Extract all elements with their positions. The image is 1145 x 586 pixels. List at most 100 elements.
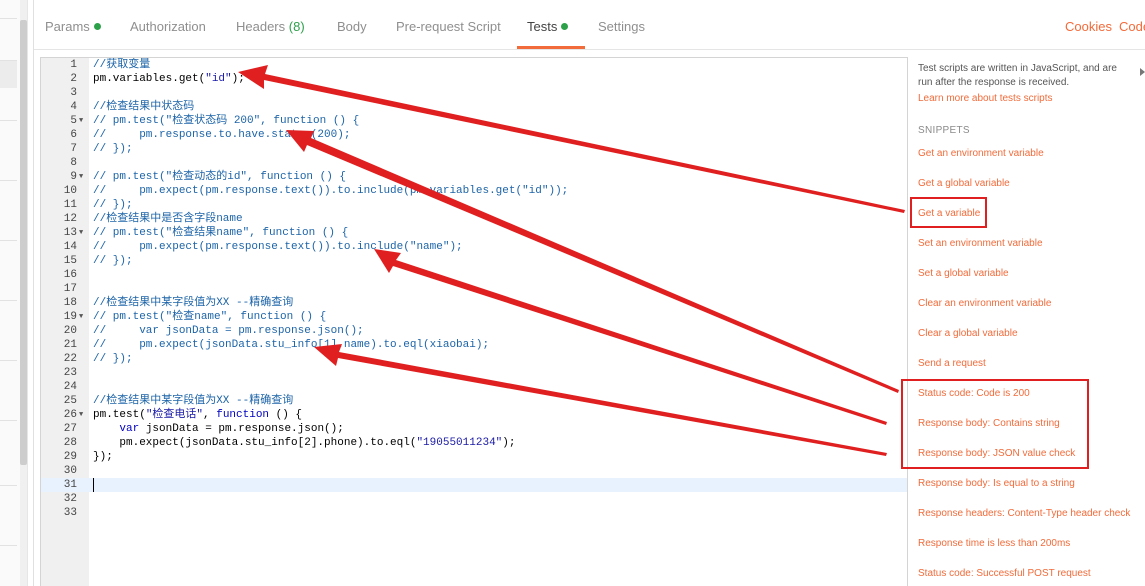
code-line[interactable]: 8 xyxy=(41,156,907,170)
code-line[interactable]: 22 // }); xyxy=(41,352,907,366)
panel-divider[interactable] xyxy=(33,0,34,586)
code-line[interactable]: 3 xyxy=(41,86,907,100)
code-line[interactable]: 13 ▼ // pm.test("检查结果name", function () { xyxy=(41,226,907,240)
code-line[interactable]: 1 //获取变量 xyxy=(41,58,907,72)
line-number: 33 xyxy=(63,507,77,519)
tab-label: Settings xyxy=(598,19,645,34)
snippet-link[interactable]: Response time is less than 200ms xyxy=(918,538,1070,549)
sidebar-row xyxy=(0,545,17,546)
snippet-link[interactable]: Clear an environment variable xyxy=(918,298,1051,309)
line-number: 31 xyxy=(63,479,77,491)
code-line[interactable]: 23 xyxy=(41,366,907,380)
tab-settings[interactable]: Settings xyxy=(598,19,645,34)
code-line[interactable]: 16 xyxy=(41,268,907,282)
code-line[interactable]: 6 // pm.response.to.have.status(200); xyxy=(41,128,907,142)
code-line[interactable]: 17 xyxy=(41,282,907,296)
snippet-link[interactable]: Send a request xyxy=(918,358,986,369)
line-number: 4 xyxy=(70,101,77,113)
learn-more-link[interactable]: Learn more about tests scripts xyxy=(918,93,1053,104)
annotation-box-get-variable xyxy=(910,197,987,228)
code-line[interactable]: 4 //检查结果中状态码 xyxy=(41,100,907,114)
line-number: 5 xyxy=(70,115,77,127)
sidebar-row xyxy=(0,420,17,421)
line-number: 30 xyxy=(63,465,77,477)
code-text: // pm.expect(pm.response.text()).to.incl… xyxy=(93,185,569,197)
line-number: 20 xyxy=(63,325,77,337)
code-line[interactable]: 24 xyxy=(41,380,907,394)
code-line[interactable]: 19 ▼ // pm.test("检查name", function () { xyxy=(41,310,907,324)
tab-headers[interactable]: Headers (8) xyxy=(236,19,305,34)
code-line[interactable]: 14 // pm.expect(pm.response.text()).to.in… xyxy=(41,240,907,254)
line-number: 19 xyxy=(63,311,77,323)
tab-body[interactable]: Body xyxy=(337,19,367,34)
code-line[interactable]: 11 // }); xyxy=(41,198,907,212)
line-number: 25 xyxy=(63,395,77,407)
code-line[interactable]: 27 var jsonData = pm.response.json(); xyxy=(41,422,907,436)
snippet-link[interactable]: Set a global variable xyxy=(918,268,1009,279)
snippet-link[interactable]: Response body: Is equal to a string xyxy=(918,478,1075,489)
code-text: //获取变量 xyxy=(93,59,151,71)
code-line[interactable]: 2 pm.variables.get("id"); xyxy=(41,72,907,86)
line-number: 1 xyxy=(70,59,77,71)
code-text: // var jsonData = pm.response.json(); xyxy=(93,325,364,337)
snippet-link[interactable]: Set an environment variable xyxy=(918,238,1043,249)
sidebar-row-selected[interactable] xyxy=(0,60,17,88)
code-line[interactable]: 25 //检查结果中某字段值为XX --精确查询 xyxy=(41,394,907,408)
code-text: pm.expect(jsonData.stu_info[2].phone).to… xyxy=(93,437,516,449)
code-link[interactable]: Code xyxy=(1119,19,1145,34)
code-line[interactable]: 31 xyxy=(41,478,907,492)
code-text: // }); xyxy=(93,199,133,211)
code-text: // }); xyxy=(93,255,133,267)
collapse-panel-icon[interactable] xyxy=(1140,68,1145,76)
code-line[interactable]: 12 //检查结果中是否含字段name xyxy=(41,212,907,226)
code-line[interactable]: 10 // pm.expect(pm.response.text()).to.in… xyxy=(41,184,907,198)
code-line[interactable]: 30 xyxy=(41,464,907,478)
fold-arrow-icon[interactable]: ▼ xyxy=(79,170,83,184)
code-line[interactable]: 18 //检查结果中某字段值为XX --精确查询 xyxy=(41,296,907,310)
tab-label: Pre-request Script xyxy=(396,19,501,34)
line-number: 16 xyxy=(63,269,77,281)
tab-params[interactable]: Params xyxy=(45,19,101,34)
snippet-link[interactable]: Response headers: Content-Type header ch… xyxy=(918,508,1130,519)
tab-tests[interactable]: Tests xyxy=(527,19,569,34)
code-line[interactable]: 29}); xyxy=(41,450,907,464)
code-line[interactable]: 7 // }); xyxy=(41,142,907,156)
code-line[interactable]: 20 // var jsonData = pm.response.json(); xyxy=(41,324,907,338)
code-line[interactable]: 5 ▼ // pm.test("检查状态码 200", function () { xyxy=(41,114,907,128)
code-text: pm.variables.get("id"); xyxy=(93,73,245,85)
snippet-link[interactable]: Status code: Successful POST request xyxy=(918,568,1091,579)
code-text: //检查结果中是否含字段name xyxy=(93,213,243,225)
cookies-link[interactable]: Cookies xyxy=(1065,19,1112,34)
fold-arrow-icon[interactable]: ▼ xyxy=(79,226,83,240)
tab-label: Authorization xyxy=(130,19,206,34)
code-line[interactable]: 28 pm.expect(jsonData.stu_info[2].phone)… xyxy=(41,436,907,450)
code-line[interactable]: 26 ▼ pm.test("检查电话", function () { xyxy=(41,408,907,422)
snippet-link[interactable]: Clear a global variable xyxy=(918,328,1018,339)
sidebar-row xyxy=(0,300,17,301)
tab-count: (8) xyxy=(288,19,305,34)
status-dot-icon xyxy=(561,23,569,30)
fold-arrow-icon[interactable]: ▼ xyxy=(79,408,83,422)
code-text: var jsonData = pm.response.json(); xyxy=(119,423,344,435)
sidebar-scrollbar-thumb[interactable] xyxy=(20,20,27,465)
tab-pre-request-script[interactable]: Pre-request Script xyxy=(396,19,501,34)
line-number: 22 xyxy=(63,353,77,365)
code-line[interactable]: 32 xyxy=(41,492,907,506)
test-script-editor[interactable]: 1 //获取变量 2 pm.variables.get("id"); 3 4 //检查结果中… xyxy=(40,57,908,586)
tab-authorization[interactable]: Authorization xyxy=(130,19,206,34)
code-line[interactable]: 21 // pm.expect(jsonData.stu_info[1].name… xyxy=(41,338,907,352)
line-number: 26 xyxy=(63,409,77,421)
sidebar-row xyxy=(0,120,17,121)
code-line[interactable]: 9 ▼ // pm.test("检查动态的id", function () { xyxy=(41,170,907,184)
line-number: 7 xyxy=(70,143,77,155)
line-number: 10 xyxy=(63,185,77,197)
code-line[interactable]: 33 xyxy=(41,506,907,520)
code-line[interactable]: 15 // }); xyxy=(41,254,907,268)
snippet-link[interactable]: Get a global variable xyxy=(918,178,1010,189)
snippet-link[interactable]: Get an environment variable xyxy=(918,148,1044,159)
code-text: //检查结果中某字段值为XX --精确查询 xyxy=(93,297,294,309)
fold-arrow-icon[interactable]: ▼ xyxy=(79,114,83,128)
fold-arrow-icon[interactable]: ▼ xyxy=(79,310,83,324)
text-cursor xyxy=(93,478,94,492)
code-text: //检查结果中状态码 xyxy=(93,101,195,113)
